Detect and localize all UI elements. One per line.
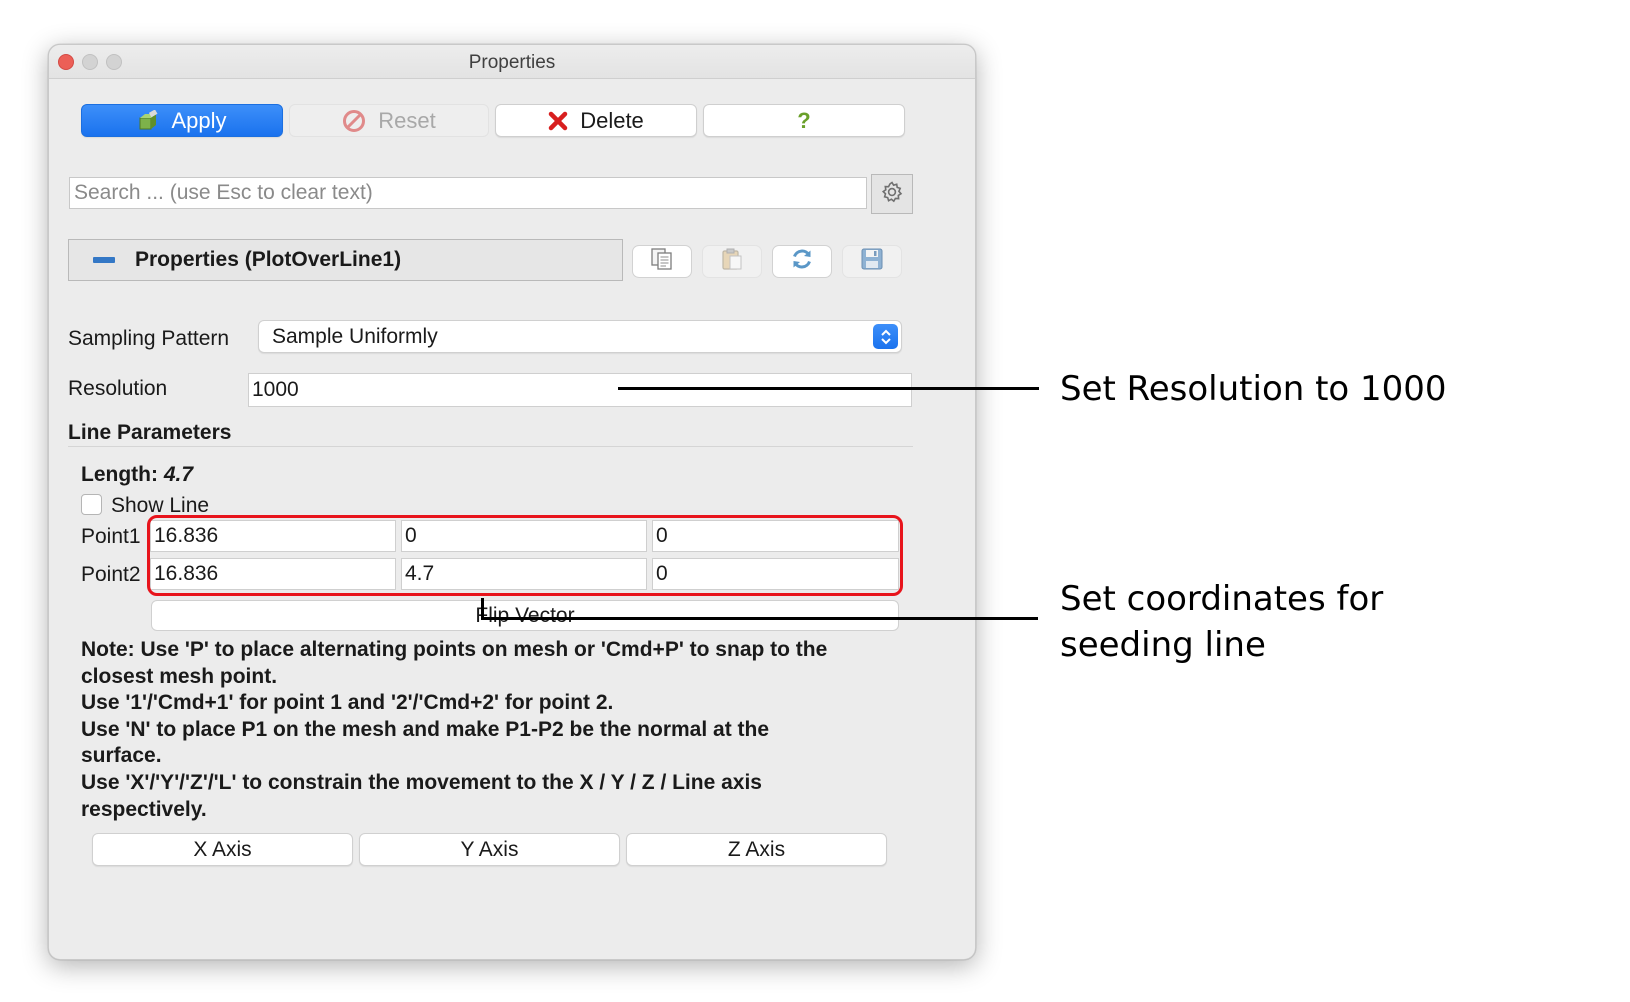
- note-line: Use 'X'/'Y'/'Z'/'L' to constrain the mov…: [81, 770, 762, 794]
- sampling-pattern-value: Sample Uniformly: [272, 325, 438, 348]
- paste-icon: [719, 246, 745, 277]
- apply-button[interactable]: Apply: [81, 104, 283, 137]
- note-line: surface.: [81, 744, 162, 768]
- section-title: Properties (PlotOverLine1): [135, 248, 402, 271]
- show-line-checkbox[interactable]: [81, 494, 102, 515]
- save-button[interactable]: [842, 245, 902, 278]
- collapse-icon: [93, 257, 115, 263]
- reset-label: Reset: [378, 107, 436, 133]
- delete-button[interactable]: Delete: [495, 104, 697, 137]
- help-note: Note: Use 'P' to place alternating point…: [81, 637, 911, 823]
- y-axis-button[interactable]: Y Axis: [359, 833, 620, 866]
- properties-section-header[interactable]: Properties (PlotOverLine1): [68, 239, 623, 281]
- x-axis-button[interactable]: X Axis: [92, 833, 353, 866]
- y-axis-label: Y Axis: [460, 837, 519, 861]
- apply-label: Apply: [171, 107, 227, 133]
- chevron-updown-icon: [873, 324, 898, 349]
- coords-annotation-line: seeding line: [1060, 625, 1266, 665]
- copy-button[interactable]: [632, 245, 692, 278]
- resolution-input[interactable]: [248, 373, 912, 407]
- note-line: Use 'N' to place P1 on the mesh and make…: [81, 717, 770, 741]
- group-divider: [68, 446, 913, 447]
- resolution-callout-line: [618, 387, 1039, 390]
- sampling-pattern-select[interactable]: Sample Uniformly: [258, 320, 902, 353]
- z-axis-button[interactable]: Z Axis: [626, 833, 887, 866]
- flip-vector-button[interactable]: Flip Vector: [151, 600, 899, 631]
- coords-callout-line: [481, 617, 1038, 620]
- note-line: Note: Use 'P' to place alternating point…: [81, 638, 828, 661]
- apply-icon: [137, 109, 159, 132]
- length-value: 4.7: [163, 463, 194, 486]
- resolution-label: Resolution: [68, 377, 168, 400]
- refresh-button[interactable]: [772, 245, 832, 278]
- sampling-pattern-label: Sampling Pattern: [68, 327, 230, 350]
- save-icon: [859, 246, 885, 277]
- copy-icon: [649, 246, 675, 277]
- paste-button[interactable]: [702, 245, 762, 278]
- flip-vector-label: Flip Vector: [475, 603, 575, 627]
- z-axis-label: Z Axis: [727, 837, 786, 861]
- search-input[interactable]: [69, 177, 867, 209]
- coordinates-highlight-box: [147, 515, 903, 596]
- point1-label: Point1: [81, 525, 141, 548]
- coords-annotation-line: Set coordinates for: [1060, 579, 1384, 619]
- length-readout: Length: 4.7: [81, 463, 193, 487]
- help-button[interactable]: ?: [703, 104, 905, 137]
- title-bar: Properties: [49, 45, 975, 79]
- note-line: Use '1'/'Cmd+1' for point 1 and '2'/'Cmd…: [81, 691, 614, 715]
- window-title: Properties: [468, 52, 556, 73]
- gear-icon: [880, 180, 904, 209]
- delete-icon: [548, 111, 568, 131]
- x-axis-label: X Axis: [193, 837, 252, 861]
- refresh-icon: [789, 246, 815, 277]
- resolution-annotation: Set Resolution to 1000: [1060, 369, 1447, 409]
- reset-icon: [342, 109, 366, 133]
- properties-window: Properties Apply Reset Delete ? Search .…: [48, 44, 976, 960]
- delete-label: Delete: [580, 107, 644, 133]
- note-line: respectively.: [81, 797, 207, 821]
- point2-label: Point2: [81, 563, 141, 586]
- length-label: Length:: [81, 463, 158, 486]
- note-line: closest mesh point.: [81, 664, 278, 688]
- coords-annotation: Set coordinates for seeding line: [1060, 576, 1383, 668]
- advanced-settings-button[interactable]: [871, 174, 913, 214]
- help-icon: ?: [797, 107, 811, 133]
- reset-button[interactable]: Reset: [289, 104, 489, 137]
- line-parameters-title: Line Parameters: [68, 421, 232, 444]
